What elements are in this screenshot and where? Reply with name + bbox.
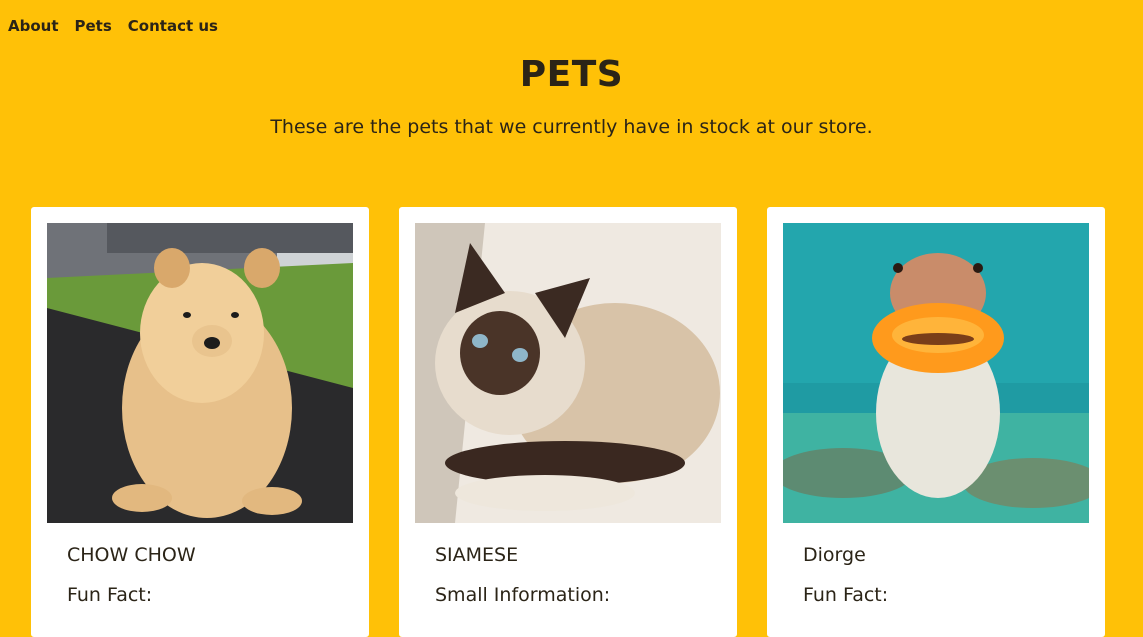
pet-card-diorge: Diorge Fun Fact: [767,207,1105,637]
pet-card-chow-chow: CHOW CHOW Fun Fact: [31,207,369,637]
nav-link-pets[interactable]: Pets [75,17,112,35]
pet-fact-label: Small Information: [435,584,611,606]
pet-fact-label: Fun Fact: [67,584,153,606]
page-title: PETS [519,54,624,95]
pet-name: SIAMESE [435,544,519,566]
nav-link-about[interactable]: About [8,17,59,35]
pet-photo-siamese [415,223,721,523]
nav-link-contact-us[interactable]: Contact us [128,17,218,35]
pet-card-siamese: SIAMESE Small Information: [399,207,737,637]
pet-name: CHOW CHOW [67,544,196,566]
pet-photo-diorge [783,223,1089,523]
page-subtitle: These are the pets that we currently hav… [270,116,873,138]
pet-name: Diorge [803,544,866,566]
top-nav: About Pets Contact us [8,17,218,35]
pet-photo-chow-chow [47,223,353,523]
pet-fact-label: Fun Fact: [803,584,889,606]
